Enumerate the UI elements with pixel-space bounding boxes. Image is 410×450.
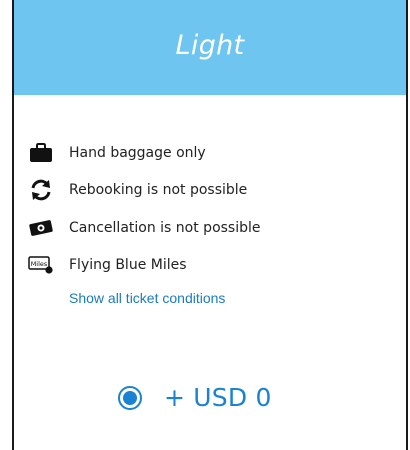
fare-header: Light <box>14 0 406 95</box>
radio-selected-dot <box>123 390 137 405</box>
fare-title: Light <box>175 30 245 61</box>
fare-radio-button[interactable] <box>118 385 142 410</box>
feature-item-miles: Miles Flying Blue Miles <box>28 247 261 285</box>
fare-features-list: Hand baggage only Rebooking is not possi… <box>28 134 261 284</box>
cancellation-icon <box>28 217 54 239</box>
feature-item-cancellation: Cancellation is not possible <box>28 209 261 247</box>
feature-label: Hand baggage only <box>69 144 206 161</box>
feature-item-rebooking: Rebooking is not possible <box>28 172 261 210</box>
fare-price: + USD 0 <box>164 383 272 412</box>
miles-icon-text: Miles <box>31 260 48 268</box>
feature-label: Cancellation is not possible <box>69 219 261 236</box>
hand-baggage-icon <box>28 142 54 164</box>
feature-label: Rebooking is not possible <box>69 182 248 199</box>
feature-item-hand-baggage: Hand baggage only <box>28 134 261 172</box>
fare-select-row[interactable]: + USD 0 <box>118 383 272 412</box>
feature-label: Flying Blue Miles <box>69 257 187 274</box>
fare-card-light[interactable]: Light Hand baggage only Rebooking is not… <box>12 0 408 450</box>
miles-icon: Miles <box>28 254 54 276</box>
show-ticket-conditions-link[interactable]: Show all ticket conditions <box>69 290 225 306</box>
rebooking-icon <box>28 179 54 201</box>
